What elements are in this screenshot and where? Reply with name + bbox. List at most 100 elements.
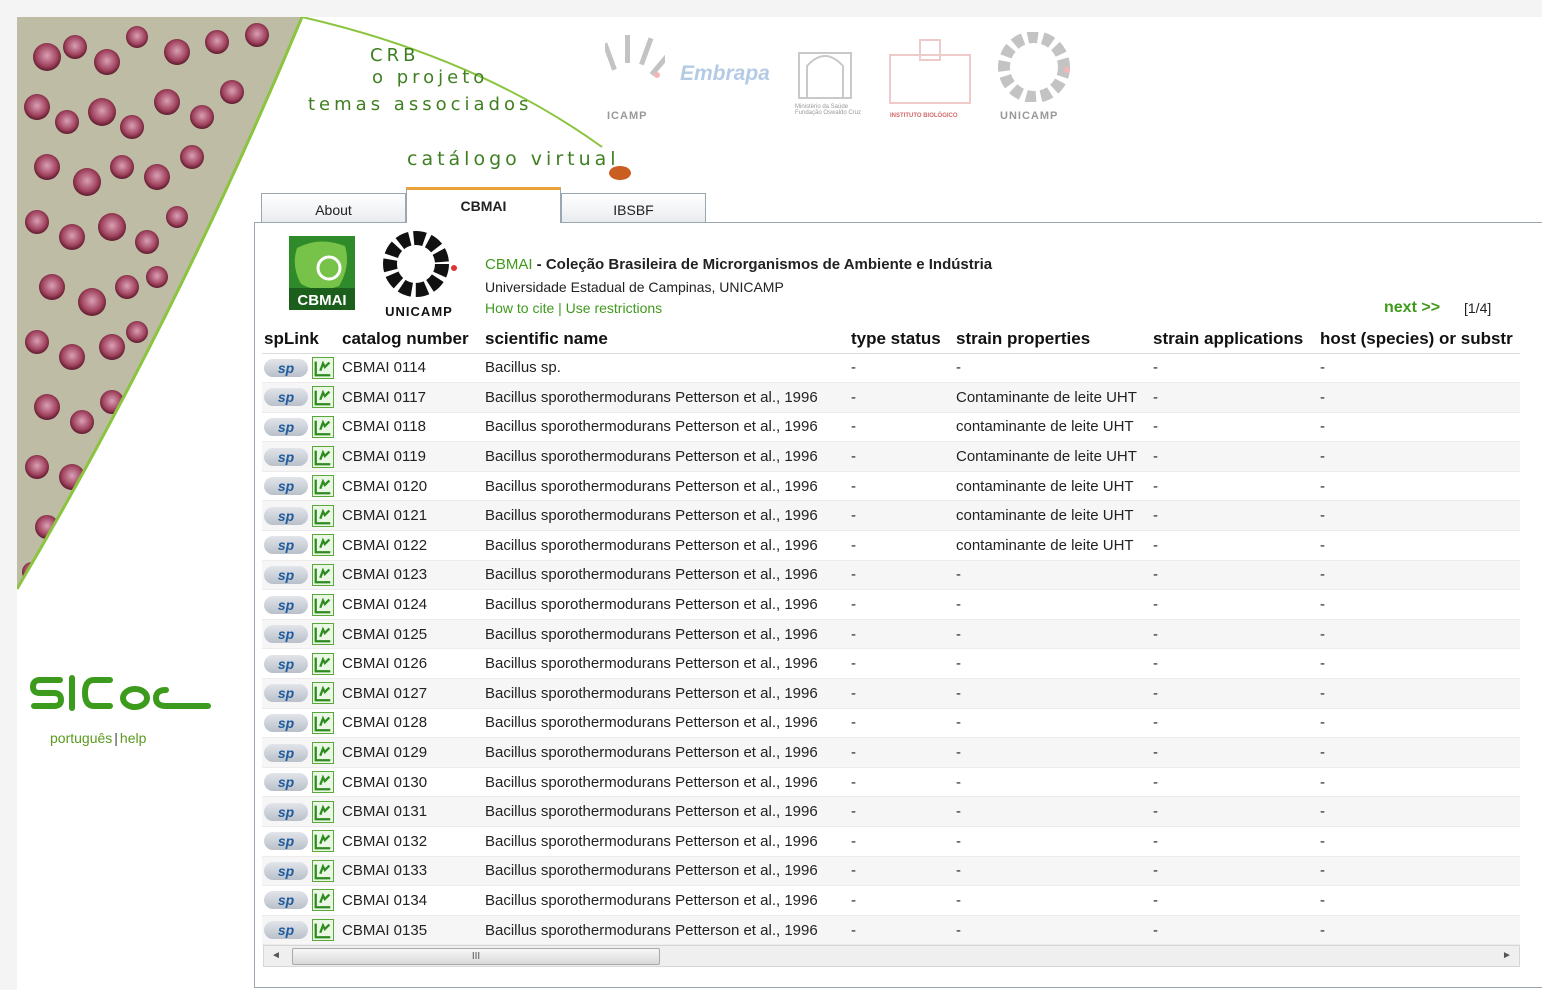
map-icon[interactable] — [312, 475, 334, 498]
scientific-name-cell: Bacillus sporothermodurans Petterson et … — [483, 500, 849, 532]
type-status-cell: - — [849, 915, 954, 945]
splink-sp-button[interactable]: sp — [264, 388, 308, 407]
portugues-link[interactable]: português — [50, 730, 112, 746]
table-row: sp CBMAI 0127 Bacillus sporothermodurans P… — [262, 678, 1520, 709]
splink-sp-button[interactable]: sp — [264, 713, 308, 732]
splink-cell: sp — [262, 589, 340, 620]
host-cell: - — [1318, 856, 1520, 887]
map-icon[interactable] — [312, 889, 334, 912]
splink-cell: sp — [262, 412, 340, 443]
strain-properties-cell: contaminante de leite UHT — [954, 471, 1151, 502]
strain-applications-cell: - — [1151, 353, 1318, 384]
map-icon[interactable] — [312, 415, 334, 438]
splink-sp-button[interactable]: sp — [264, 477, 308, 496]
table-row: sp CBMAI 0129 Bacillus sporothermodurans P… — [262, 737, 1520, 768]
table-row: sp CBMAI 0118 Bacillus sporothermodurans P… — [262, 412, 1520, 443]
map-icon[interactable] — [312, 445, 334, 468]
splink-sp-button[interactable]: sp — [264, 506, 308, 525]
scroll-thumb[interactable]: III — [292, 948, 660, 965]
use-restrictions-link[interactable]: Use restrictions — [566, 300, 662, 316]
catalog-number-cell: CBMAI 0114 — [340, 353, 483, 384]
menu-projeto[interactable]: o projeto — [372, 67, 488, 88]
splink-cell: sp — [262, 500, 340, 532]
host-cell: - — [1318, 471, 1520, 502]
table-header-row: spLink catalog number scientific name ty… — [262, 325, 1520, 354]
type-status-cell: - — [849, 441, 954, 472]
catalog-number-cell: CBMAI 0123 — [340, 560, 483, 591]
host-cell: - — [1318, 885, 1520, 916]
tab-ibsbf[interactable]: IBSBF — [561, 193, 706, 223]
splink-cell: sp — [262, 648, 340, 680]
splink-sp-button[interactable]: sp — [264, 654, 308, 673]
splink-sp-button[interactable]: sp — [264, 625, 308, 644]
how-to-cite-link[interactable]: How to cite — [485, 300, 554, 316]
header-catalog-number: catalog number — [340, 325, 483, 354]
map-icon[interactable] — [312, 652, 334, 675]
scroll-right-arrow-icon[interactable]: ► — [1499, 948, 1515, 964]
splink-sp-button[interactable]: sp — [264, 447, 308, 466]
splink-sp-button[interactable]: sp — [264, 417, 308, 436]
horizontal-scrollbar[interactable]: ◄ III ► — [263, 945, 1520, 967]
splink-sp-button[interactable]: sp — [264, 802, 308, 821]
splink-sp-button[interactable]: sp — [264, 861, 308, 880]
type-status-cell: - — [849, 589, 954, 620]
table-row: sp CBMAI 0131 Bacillus sporothermodurans P… — [262, 796, 1520, 827]
map-icon[interactable] — [312, 741, 334, 764]
table-row: sp CBMAI 0119 Bacillus sporothermodurans P… — [262, 441, 1520, 472]
map-icon[interactable] — [312, 534, 334, 557]
tab-cbmai[interactable]: CBMAI — [406, 187, 561, 223]
splink-cell: sp — [262, 678, 340, 709]
scientific-name-cell: Bacillus sporothermodurans Petterson et … — [483, 530, 849, 561]
splink-sp-button[interactable]: sp — [264, 921, 308, 940]
map-icon[interactable] — [312, 563, 334, 586]
splink-sp-button[interactable]: sp — [264, 358, 308, 377]
next-page-link[interactable]: next >> — [1384, 299, 1440, 317]
map-icon[interactable] — [312, 504, 334, 527]
map-icon[interactable] — [312, 859, 334, 882]
table-row: sp CBMAI 0114 Bacillus sp. - - - - — [262, 353, 1520, 384]
splink-sp-button[interactable]: sp — [264, 595, 308, 614]
embrapa-logo: Embrapa — [680, 62, 770, 85]
scroll-left-arrow-icon[interactable]: ◄ — [268, 948, 284, 964]
map-icon[interactable] — [312, 711, 334, 734]
map-icon[interactable] — [312, 593, 334, 616]
splink-sp-button[interactable]: sp — [264, 565, 308, 584]
menu-crb[interactable]: CRB — [370, 45, 419, 66]
map-icon[interactable] — [312, 771, 334, 794]
strain-properties-cell: contaminante de leite UHT — [954, 500, 1151, 532]
header-strain-applications: strain applications — [1151, 325, 1318, 354]
strain-applications-cell: - — [1151, 767, 1318, 798]
map-icon[interactable] — [312, 800, 334, 823]
type-status-cell: - — [849, 619, 954, 650]
catalog-number-cell: CBMAI 0122 — [340, 530, 483, 561]
splink-sp-button[interactable]: sp — [264, 832, 308, 851]
strain-applications-cell: - — [1151, 737, 1318, 768]
unicamp-logo-text: UNICAMP — [385, 304, 453, 319]
strain-applications-cell: - — [1151, 856, 1318, 887]
map-icon[interactable] — [312, 356, 334, 379]
table-row: sp CBMAI 0123 Bacillus sporothermodurans P… — [262, 560, 1520, 591]
strain-applications-cell: - — [1151, 530, 1318, 561]
splink-sp-button[interactable]: sp — [264, 536, 308, 555]
map-icon[interactable] — [312, 919, 334, 942]
help-link[interactable]: help — [120, 730, 146, 746]
scientific-name-cell: Bacillus sporothermodurans Petterson et … — [483, 767, 849, 798]
splink-sp-button[interactable]: sp — [264, 773, 308, 792]
menu-temas-associados[interactable]: temas associados — [308, 94, 532, 115]
splink-sp-button[interactable]: sp — [264, 891, 308, 910]
map-icon[interactable] — [312, 830, 334, 853]
results-table-container: spLink catalog number scientific name ty… — [262, 325, 1520, 945]
host-cell: - — [1318, 560, 1520, 591]
strain-applications-cell: - — [1151, 915, 1318, 945]
splink-sp-button[interactable]: sp — [264, 684, 308, 703]
map-icon[interactable] — [312, 682, 334, 705]
strain-properties-cell: - — [954, 353, 1151, 384]
menu-catalogo-virtual[interactable]: catálogo virtual — [407, 148, 620, 170]
strain-applications-cell: - — [1151, 382, 1318, 413]
strain-applications-cell: - — [1151, 589, 1318, 620]
strain-properties-cell: - — [954, 648, 1151, 680]
tab-about[interactable]: About — [261, 193, 406, 223]
splink-sp-button[interactable]: sp — [264, 743, 308, 762]
map-icon[interactable] — [312, 386, 334, 409]
map-icon[interactable] — [312, 623, 334, 646]
